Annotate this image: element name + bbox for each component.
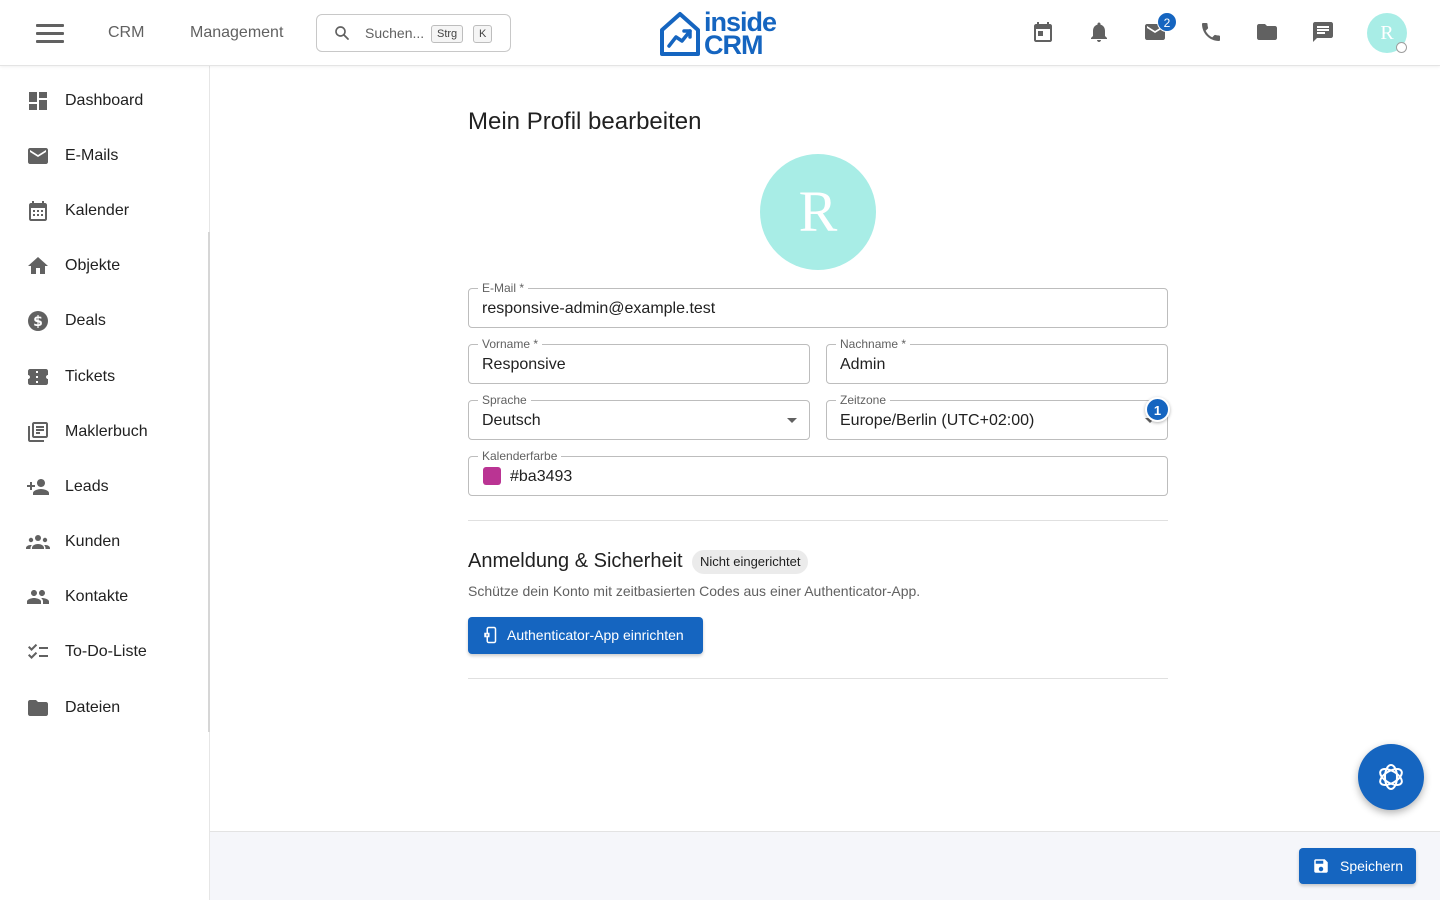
security-description: Schütze dein Konto mit zeitbasierten Cod…	[468, 583, 921, 599]
person-add-icon	[27, 479, 49, 495]
people-icon	[27, 590, 49, 604]
email-field[interactable]: E-Mail * responsive-admin@example.test	[468, 281, 1168, 328]
sidebar-item-label: Dashboard	[65, 92, 144, 109]
calendar-color-field[interactable]: Kalenderfarbe #ba3493	[468, 449, 1168, 496]
sidebar-item-label: Dateien	[65, 699, 121, 716]
status-indicator	[1396, 42, 1407, 53]
chat-icon[interactable]	[1311, 20, 1335, 44]
search-placeholder: Suchen...	[365, 25, 425, 41]
sidebar-item-label: Objekte	[65, 257, 121, 274]
checklist-icon	[28, 643, 48, 659]
calendar-color-value: #ba3493	[510, 468, 573, 485]
email-label: E-Mail *	[478, 281, 529, 295]
shortcut-key-strg: Strg	[431, 25, 464, 43]
sidebar-item-label: Deals	[65, 312, 106, 329]
sidebar: Dashboard E-Mails Kalender Objekte $ Dea…	[0, 66, 211, 900]
color-swatch[interactable]	[483, 467, 501, 485]
sidebar-item-dateien[interactable]: Dateien	[0, 686, 208, 730]
chevron-down-icon	[787, 418, 797, 423]
folder-icon	[28, 700, 48, 716]
logo-house-icon	[660, 12, 700, 56]
svg-text:$: $	[33, 314, 43, 330]
setup-authenticator-label: Authenticator-App einrichten	[507, 627, 684, 643]
logo-text-crm: CRM	[704, 30, 763, 60]
profile-avatar[interactable]: R	[760, 154, 876, 270]
divider	[468, 520, 1168, 521]
ticket-icon	[28, 369, 48, 385]
page-title: Mein Profil bearbeiten	[468, 108, 702, 135]
ai-assistant-icon	[1379, 764, 1403, 790]
mail-badge: 2	[1157, 12, 1177, 32]
phone-setup-icon	[484, 626, 497, 644]
timezone-badge: 1	[1145, 397, 1170, 422]
language-label: Sprache	[478, 393, 531, 407]
phone-icon[interactable]	[1199, 20, 1223, 44]
timezone-select[interactable]: Zeitzone Europe/Berlin (UTC+02:00)	[826, 393, 1168, 440]
search-icon	[335, 26, 349, 40]
sidebar-item-kunden[interactable]: Kunden	[0, 520, 208, 564]
sidebar-item-kalender[interactable]: Kalender	[0, 189, 208, 233]
home-icon	[28, 257, 48, 274]
sidebar-item-maklerbuch[interactable]: Maklerbuch	[0, 410, 208, 454]
logo[interactable]: inside CRM	[658, 7, 782, 60]
sidebar-item-label: Kalender	[65, 202, 130, 219]
dollar-icon: $	[28, 311, 48, 331]
sidebar-item-label: Tickets	[65, 368, 116, 385]
menu-icon[interactable]	[36, 24, 64, 44]
nav-crm[interactable]: CRM	[108, 24, 144, 42]
sidebar-item-label: Leads	[65, 478, 109, 495]
folder-icon[interactable]	[1255, 20, 1279, 44]
security-title: Anmeldung & Sicherheit	[468, 550, 683, 572]
ai-assistant-button[interactable]	[1358, 744, 1424, 810]
shortcut-key-k: K	[473, 25, 493, 43]
language-select[interactable]: Sprache Deutsch	[468, 393, 810, 440]
save-button[interactable]: Speichern	[1299, 848, 1416, 884]
firstname-label: Vorname *	[478, 337, 543, 351]
mail-icon	[28, 148, 48, 164]
top-bar: CRM Management Suchen... Strg K inside C…	[0, 0, 1440, 66]
lastname-value: Admin	[840, 356, 886, 373]
timezone-label: Zeitzone	[836, 393, 891, 407]
calendar-icon[interactable]	[1031, 20, 1055, 44]
sidebar-item-label: Kunden	[65, 533, 121, 550]
sidebar-item-kontakte[interactable]: Kontakte	[0, 575, 208, 619]
nav-management[interactable]: Management	[190, 24, 283, 42]
sidebar-item-objekte[interactable]: Objekte	[0, 244, 208, 288]
calendar-icon	[29, 201, 47, 221]
sidebar-item-leads[interactable]: Leads	[0, 465, 208, 509]
divider	[468, 678, 1168, 679]
dashboard-icon	[29, 92, 47, 110]
status-badge: Nicht eingerichtet	[692, 550, 809, 574]
sidebar-item-dashboard[interactable]: Dashboard	[0, 79, 208, 123]
language-value: Deutsch	[482, 412, 541, 429]
setup-authenticator-button[interactable]: Authenticator-App einrichten	[468, 617, 703, 654]
sidebar-item-label: Kontakte	[65, 588, 129, 605]
lastname-label: Nachname *	[836, 337, 911, 351]
footer-bar	[210, 831, 1440, 900]
sidebar-item-todo[interactable]: To-Do-Liste	[0, 630, 208, 674]
sidebar-item-label: To-Do-Liste	[65, 643, 147, 660]
sidebar-item-label: Maklerbuch	[65, 423, 148, 440]
bell-icon[interactable]	[1087, 20, 1111, 44]
search-input[interactable]: Suchen... Strg K	[316, 14, 511, 52]
lastname-field[interactable]: Nachname * Admin	[826, 337, 1168, 384]
sidebar-item-tickets[interactable]: Tickets	[0, 355, 208, 399]
email-value: responsive-admin@example.test	[482, 300, 716, 317]
save-label: Speichern	[1340, 858, 1404, 874]
firstname-value: Responsive	[482, 356, 566, 373]
calendar-color-label: Kalenderfarbe	[478, 449, 562, 463]
timezone-value: Europe/Berlin (UTC+02:00)	[840, 412, 1035, 429]
library-icon	[28, 422, 48, 442]
sidebar-item-label: E-Mails	[65, 147, 119, 164]
firstname-field[interactable]: Vorname * Responsive	[468, 337, 810, 384]
groups-icon	[26, 535, 50, 549]
save-icon	[1314, 859, 1328, 873]
sidebar-item-emails[interactable]: E-Mails	[0, 134, 208, 178]
sidebar-item-deals[interactable]: $ Deals	[0, 299, 208, 343]
